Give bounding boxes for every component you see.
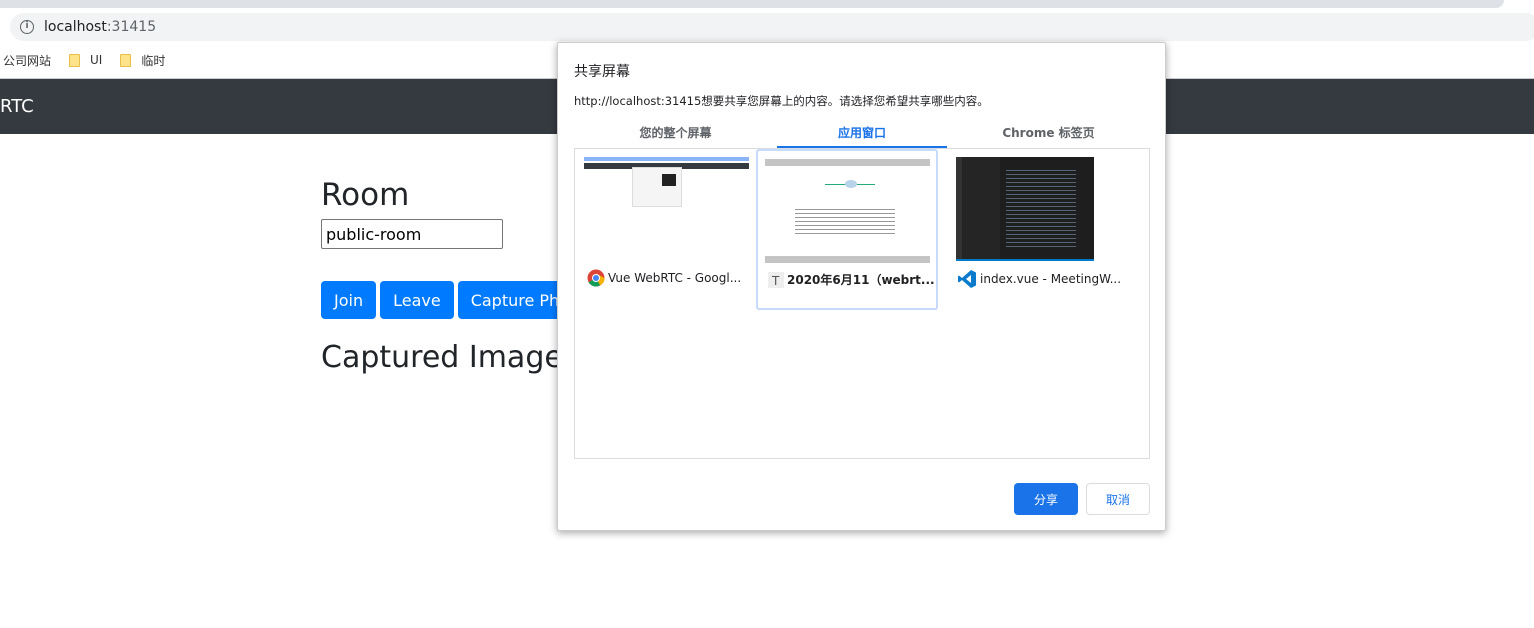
window-thumbnail [584,157,749,261]
leave-button[interactable]: Leave [380,281,454,319]
window-label: index.vue - MeetingW... [980,272,1122,286]
join-button[interactable]: Join [321,281,377,319]
url-host: localhost [44,19,107,35]
url-port: :31415 [106,19,157,35]
folder-icon [120,53,132,67]
dialog-description: http://localhost:31415想要共享您屏幕上的内容。请选择您希望… [574,94,989,108]
room-input[interactable] [321,219,503,249]
bookmark-label: 公司网站 [3,53,52,68]
share-button[interactable]: 分享 [1014,483,1078,515]
source-tabs: 您的整个屏幕 应用窗口 Chrome 标签页 [574,123,1150,149]
window-thumbnail [956,157,1094,261]
cancel-button[interactable]: 取消 [1086,483,1150,515]
chrome-icon [587,269,605,287]
main-content: Room Join Leave Capture Phot Captured Im… [321,176,589,377]
window-label: 2020年6月11（webrt... [787,273,935,287]
bookmark-folder-temp[interactable]: 临时 [120,52,165,69]
window-list: Vue WebRTC - Googl... T 2020年6月11（webrt..… [574,148,1150,459]
tab-entire-screen[interactable]: 您的整个屏幕 [574,123,777,149]
vscode-icon [958,270,976,288]
typora-icon: T [768,271,784,288]
bookmark-label: UI [90,53,103,67]
share-screen-dialog: 共享屏幕 http://localhost:31415想要共享您屏幕上的内容。请… [557,42,1166,531]
tab-strip [0,0,1504,8]
window-label: Vue WebRTC - Googl... [608,271,742,285]
tab-app-window[interactable]: 应用窗口 [777,123,947,149]
dialog-title: 共享屏幕 [574,64,630,80]
window-thumbnail [765,159,930,263]
bookmark-company-site[interactable]: 公司网站 [3,52,51,69]
bookmarks-bar: 公司网站 UI 临时 [0,46,183,74]
window-item[interactable]: Vue WebRTC - Googl... [577,149,759,310]
bookmark-folder-ui[interactable]: UI [69,53,102,67]
window-item[interactable]: T 2020年6月11（webrt... [756,149,938,310]
tab-chrome-tab[interactable]: Chrome 标签页 [947,123,1150,149]
window-item[interactable]: index.vue - MeetingW... [947,149,1129,310]
svg-text:T: T [771,274,780,288]
room-heading: Room [321,177,410,213]
folder-icon [69,53,81,67]
info-icon[interactable]: i [20,20,34,34]
address-bar[interactable]: i localhost:31415 [10,13,1534,41]
captured-image-heading: Captured Image [321,340,563,375]
navbar-brand[interactable]: RTC [0,96,34,117]
bookmark-label: 临时 [141,53,166,68]
